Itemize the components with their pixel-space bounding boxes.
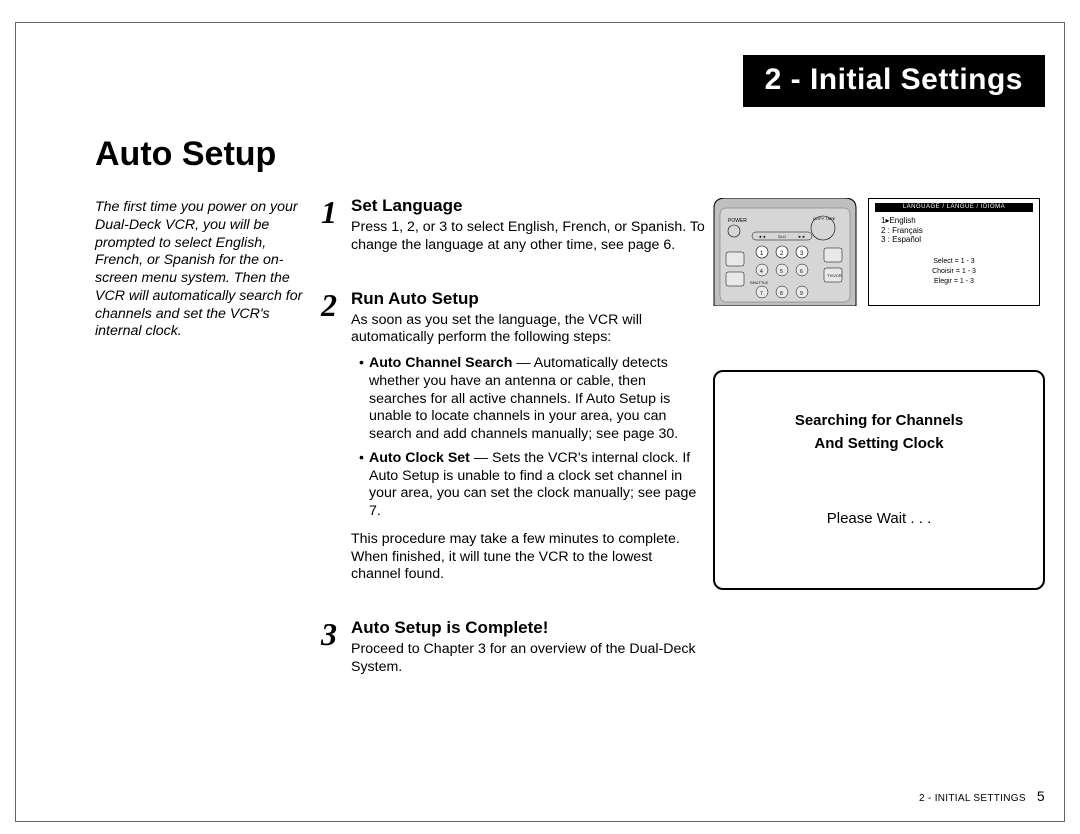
bullet-item: Auto Clock Set — Sets the VCR's internal… — [359, 450, 699, 521]
osd-select-line: Select = 1 - 3 — [875, 257, 1033, 267]
svg-text:◄◄: ◄◄ — [758, 234, 766, 239]
step-3: 3 Auto Setup is Complete! Proceed to Cha… — [317, 618, 1045, 685]
page-number: 5 — [1037, 788, 1045, 804]
step-body-text: Press 1, 2, or 3 to select English, Fren… — [351, 219, 721, 255]
page-footer: 2 - INITIAL SETTINGS 5 — [919, 788, 1045, 804]
bullet-label: Auto Clock Set — [369, 450, 470, 466]
footer-label: 2 - INITIAL SETTINGS — [919, 793, 1026, 804]
svg-text:7: 7 — [760, 291, 763, 297]
osd-lang-item: 1▸English — [881, 216, 1033, 226]
step-number: 3 — [317, 618, 341, 650]
svg-text:4: 4 — [760, 269, 763, 275]
step-title: Auto Setup is Complete! — [351, 618, 1045, 638]
svg-text:►►: ►► — [798, 234, 806, 239]
please-wait-text: Please Wait . . . — [715, 510, 1043, 527]
osd-select-line: Elegir = 1 - 3 — [875, 277, 1033, 287]
svg-text:9: 9 — [800, 291, 803, 297]
searching-line2: And Setting Clock — [715, 433, 1043, 456]
svg-text:COPY TAPE: COPY TAPE — [813, 216, 836, 221]
chapter-banner: 2 - Initial Settings — [743, 55, 1045, 107]
step1-figures: POWER COPY TAPE ◄◄ SLO ►► 1 2 3 4 5 6 SH… — [710, 198, 1045, 306]
osd-select-line: Choisir = 1 - 3 — [875, 267, 1033, 277]
svg-text:SHUTTLE: SHUTTLE — [750, 280, 769, 285]
osd-header: LANGUAGE / LANGUE / IDIOMA — [875, 203, 1033, 212]
svg-text:5: 5 — [780, 269, 783, 275]
svg-text:TV/VCR: TV/VCR — [827, 273, 842, 278]
bullet-label: Auto Channel Search — [369, 355, 512, 371]
bullet-item: Auto Channel Search — Automatically dete… — [359, 355, 699, 444]
searching-osd-box: Searching for Channels And Setting Clock… — [713, 370, 1045, 590]
intro-paragraph: The first time you power on your Dual-De… — [95, 199, 307, 341]
manual-page: 2 - Initial Settings Auto Setup The firs… — [0, 0, 1080, 834]
svg-text:6: 6 — [800, 269, 803, 275]
osd-lang-item: 3 : Español — [881, 235, 1033, 245]
remote-illustration: POWER COPY TAPE ◄◄ SLO ►► 1 2 3 4 5 6 SH… — [710, 198, 860, 306]
step-body-text: Proceed to Chapter 3 for an overview of … — [351, 641, 721, 677]
osd-select-hints: Select = 1 - 3 Choisir = 1 - 3 Elegir = … — [875, 257, 1033, 286]
svg-text:8: 8 — [780, 291, 783, 297]
step-lead-text: As soon as you set the language, the VCR… — [351, 312, 691, 348]
searching-line1: Searching for Channels — [715, 410, 1043, 433]
osd-language-list: 1▸English 2 : Français 3 : Español — [881, 216, 1033, 245]
svg-text:SLO: SLO — [778, 234, 786, 239]
svg-text:POWER: POWER — [728, 218, 747, 224]
section-title: Auto Setup — [95, 135, 1045, 174]
step-bullets: Auto Channel Search — Automatically dete… — [351, 355, 699, 521]
step-number: 2 — [317, 289, 341, 321]
osd-lang-item: 2 : Français — [881, 226, 1033, 236]
step-number: 1 — [317, 196, 341, 228]
language-osd-thumbnail: LANGUAGE / LANGUE / IDIOMA 1▸English 2 :… — [868, 198, 1040, 306]
step-tail-text: This procedure may take a few minutes to… — [351, 531, 691, 584]
